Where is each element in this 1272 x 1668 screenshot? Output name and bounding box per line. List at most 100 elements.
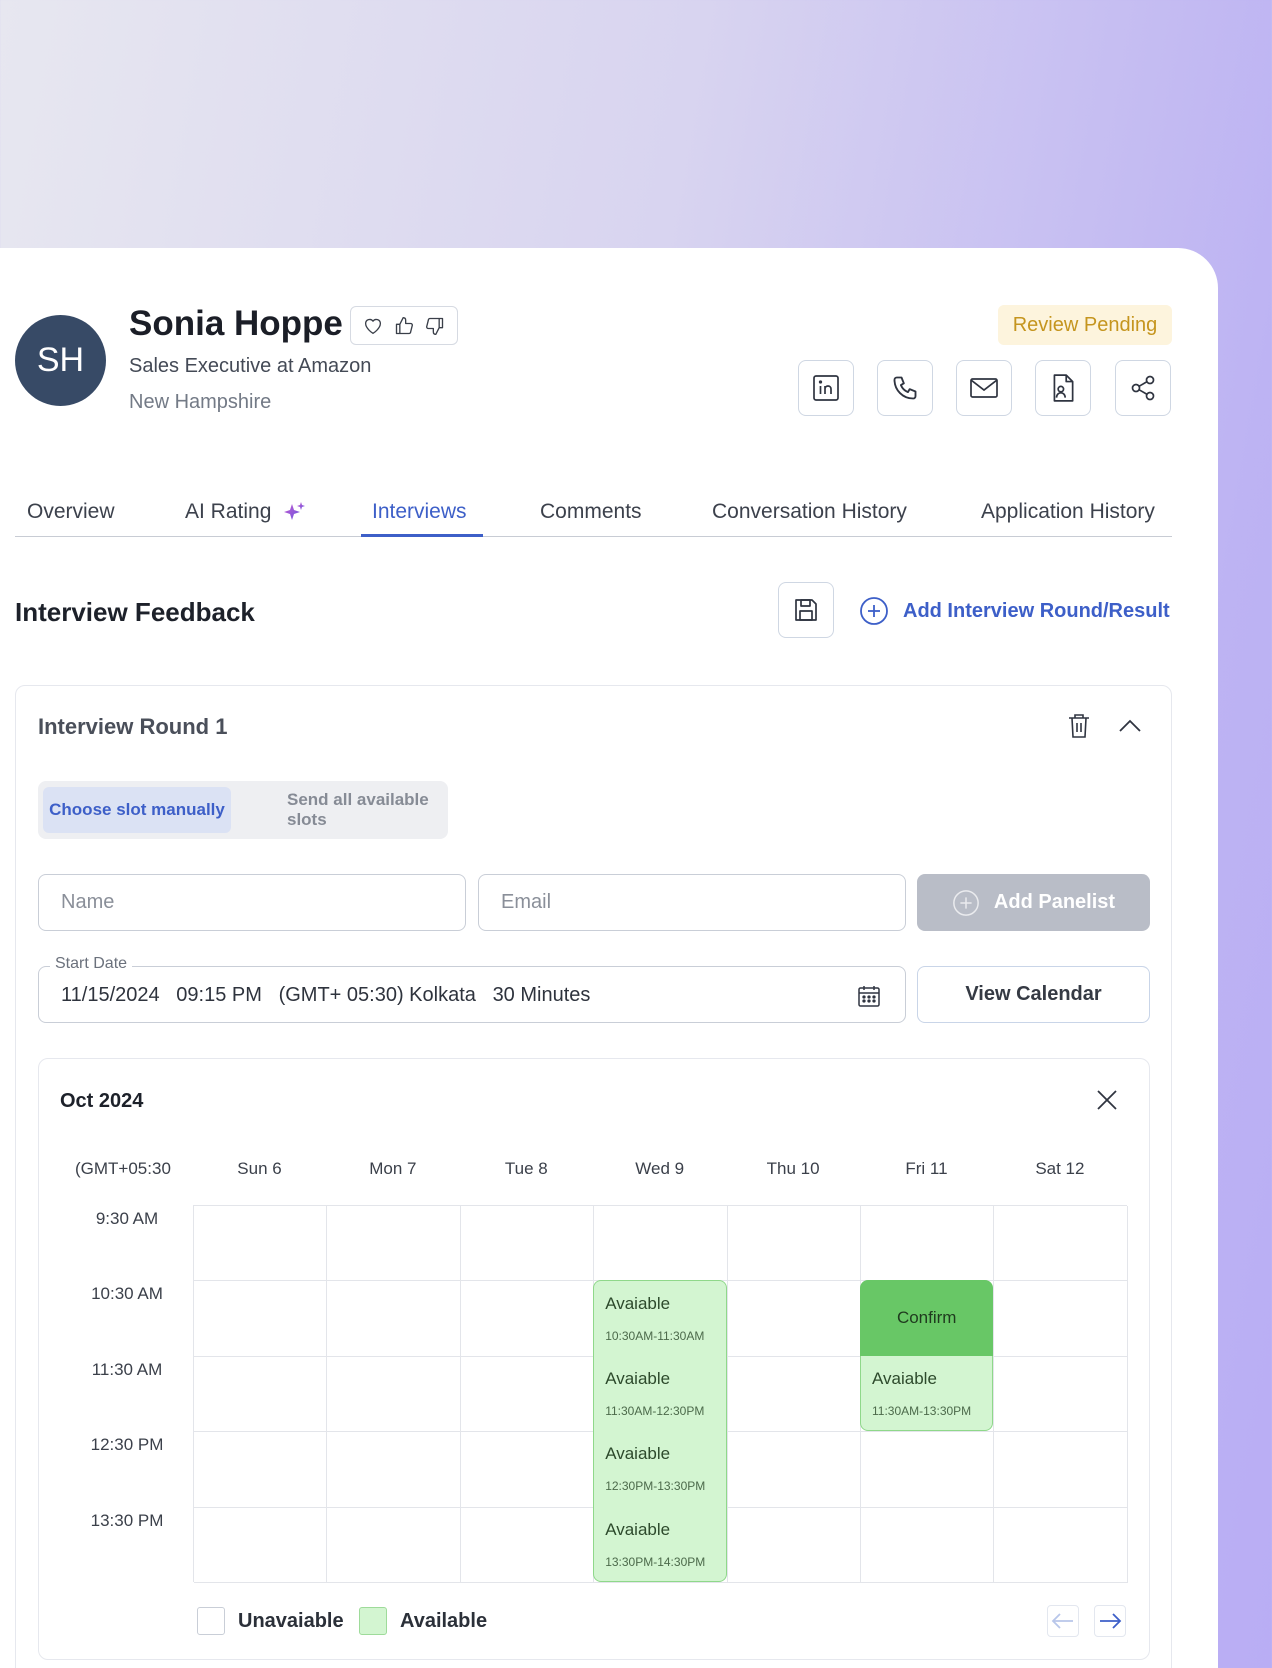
start-date-label: Start Date (50, 955, 133, 973)
calendar-cell[interactable] (861, 1206, 995, 1282)
plus-circle-icon (860, 597, 888, 625)
send-all-slots-option[interactable]: Send all available slots (281, 787, 448, 833)
slot-time-range: 12:30PM-13:30PM (605, 1479, 706, 1494)
available-slot[interactable]: Avaiable 11:30AM-13:30PM (860, 1355, 994, 1432)
available-swatch (359, 1607, 387, 1635)
tab-bar: Overview AI Rating Interviews Comments C… (15, 492, 1172, 537)
calendar-cell[interactable] (727, 1507, 861, 1583)
resume-button[interactable] (1035, 360, 1091, 416)
calendar-cell[interactable] (327, 1507, 461, 1583)
calendar-cell[interactable] (327, 1281, 461, 1357)
heart-icon[interactable] (361, 314, 385, 338)
confirm-slot-button[interactable]: Confirm (860, 1280, 994, 1356)
calendar-cell[interactable] (727, 1281, 861, 1357)
calendar-cell[interactable] (994, 1507, 1128, 1583)
day-header: Wed 9 (635, 1159, 685, 1178)
slot-label: Avaiable (872, 1368, 937, 1388)
email-input[interactable] (478, 874, 906, 931)
prev-week-button[interactable] (1047, 1605, 1079, 1637)
calendar-cell[interactable] (194, 1356, 328, 1433)
close-calendar-button[interactable] (1091, 1084, 1123, 1116)
arrow-right-icon (1100, 1613, 1122, 1629)
time-label: 11:30 AM (91, 1359, 163, 1379)
email-button[interactable] (956, 360, 1012, 416)
delete-round-button[interactable] (1063, 710, 1095, 742)
candidate-location: New Hampshire (129, 391, 272, 413)
calendar-cell[interactable] (327, 1206, 461, 1282)
share-button[interactable] (1115, 360, 1171, 416)
phone-button[interactable] (877, 360, 933, 416)
slot-time-range: 11:30AM-13:30PM (872, 1403, 972, 1418)
calendar-cell[interactable] (194, 1206, 328, 1282)
round-title: Interview Round 1 (38, 714, 228, 739)
tab-ai-rating[interactable]: AI Rating (185, 500, 307, 524)
day-header: Sun 6 (237, 1159, 282, 1178)
start-date-value: 11/15/2024 09:15 PM (GMT+ 05:30) Kolkata… (61, 984, 590, 1007)
time-label: 10:30 AM (91, 1284, 163, 1304)
tab-overview[interactable]: Overview (27, 500, 115, 524)
reaction-group (350, 306, 458, 345)
day-header: Fri 11 (905, 1159, 948, 1178)
calendar-cell[interactable] (460, 1281, 595, 1357)
available-slot[interactable]: Avaiable 10:30AM-11:30AM (593, 1280, 727, 1356)
calendar-cell[interactable] (327, 1432, 461, 1508)
calendar-cell[interactable] (861, 1507, 995, 1583)
view-calendar-button[interactable]: View Calendar (917, 966, 1150, 1023)
available-slot[interactable]: Avaiable 12:30PM-13:30PM (593, 1431, 727, 1507)
mail-icon (970, 378, 998, 398)
trash-icon (1069, 714, 1089, 738)
day-header: Mon 7 (369, 1159, 417, 1178)
avatar-initials: SH (36, 341, 85, 379)
calendar-cell[interactable] (460, 1356, 595, 1433)
thumbs-up-icon[interactable] (392, 314, 416, 338)
slot-label: Avaiable (605, 1444, 671, 1464)
calendar-cell[interactable] (460, 1432, 595, 1508)
duration: 30 Minutes (492, 984, 591, 1006)
add-round-button[interactable]: Add Interview Round/Result (859, 596, 1170, 626)
collapse-button[interactable] (1114, 710, 1146, 742)
available-slot[interactable]: Avaiable 13:30PM-14:30PM (593, 1506, 727, 1582)
slot-time-range: 11:30AM-12:30PM (605, 1403, 705, 1418)
calendar-cell[interactable] (727, 1206, 861, 1282)
chevron-up-icon (1119, 719, 1141, 732)
plus-circle-icon (953, 889, 979, 916)
calendar-cell[interactable] (727, 1356, 861, 1433)
calendar-cell[interactable] (994, 1356, 1128, 1433)
calendar-cell[interactable] (460, 1507, 595, 1583)
name-input[interactable] (38, 874, 466, 931)
start-date-field[interactable]: 11/15/2024 09:15 PM (GMT+ 05:30) Kolkata… (38, 966, 906, 1023)
available-slot[interactable]: Avaiable 11:30AM-12:30PM (593, 1355, 727, 1432)
active-tab-indicator (361, 534, 483, 537)
calendar-cell[interactable] (460, 1206, 595, 1282)
save-button[interactable] (778, 582, 834, 638)
calendar-icon[interactable] (857, 984, 881, 1008)
calendar-cell[interactable] (994, 1432, 1128, 1508)
calendar-cell[interactable] (994, 1281, 1128, 1357)
unavailable-swatch (197, 1607, 225, 1635)
tab-comments[interactable]: Comments (540, 500, 642, 524)
slot-label: Avaiable (605, 1368, 671, 1388)
calendar-cell[interactable] (994, 1206, 1128, 1282)
start-time: 09:15 PM (176, 984, 262, 1006)
slot-time-range: 10:30AM-11:30AM (605, 1329, 705, 1344)
calendar-cell[interactable] (194, 1432, 328, 1508)
choose-slot-manually-option[interactable]: Choose slot manually (43, 787, 231, 833)
tab-conversation-history[interactable]: Conversation History (712, 500, 907, 524)
calendar-timezone: (GMT+05:30 (75, 1159, 171, 1178)
slot-label: Avaiable (605, 1519, 671, 1539)
time-label: 9:30 AM (95, 1209, 159, 1228)
thumbs-down-icon[interactable] (423, 314, 447, 338)
day-header: Tue 8 (504, 1159, 548, 1178)
calendar-cell[interactable] (727, 1432, 861, 1508)
calendar-cell[interactable] (194, 1281, 328, 1357)
tab-interviews[interactable]: Interviews (372, 500, 467, 524)
tab-application-history[interactable]: Application History (981, 500, 1155, 524)
calendar-cell[interactable] (861, 1432, 995, 1508)
linkedin-button[interactable] (798, 360, 854, 416)
calendar-cell[interactable] (194, 1507, 328, 1583)
add-panelist-button[interactable]: Add Panelist (917, 874, 1150, 931)
calendar-cell[interactable] (327, 1356, 461, 1433)
calendar-cell[interactable] (594, 1206, 728, 1282)
next-week-button[interactable] (1094, 1605, 1126, 1637)
share-icon (1131, 375, 1155, 401)
